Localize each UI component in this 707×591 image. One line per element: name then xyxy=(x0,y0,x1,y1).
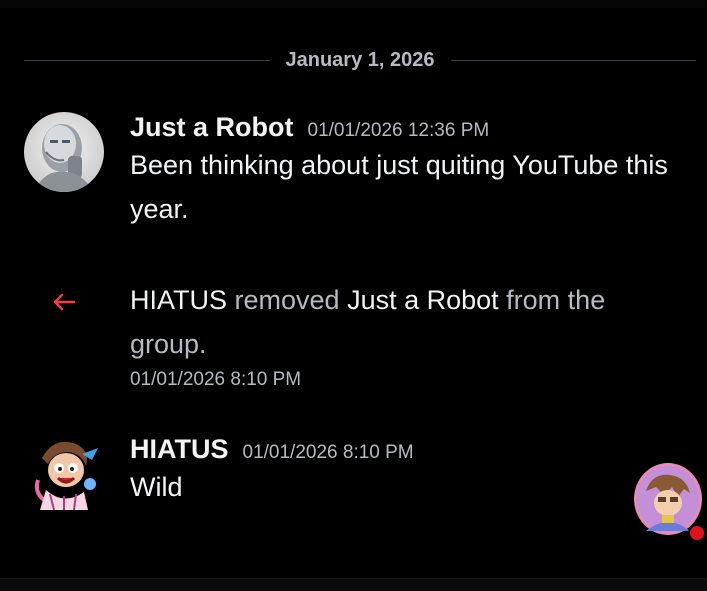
message-author[interactable]: HIATUS xyxy=(130,434,229,465)
date-divider-label: January 1, 2026 xyxy=(285,48,435,71)
message-timestamp: 01/01/2026 12:36 PM xyxy=(307,120,490,141)
system-message-text: HIATUS removed Just a Robot from the gro… xyxy=(130,278,687,366)
left-arrow-icon xyxy=(53,293,76,311)
top-edge xyxy=(0,0,707,8)
cartoon-avatar-icon[interactable] xyxy=(24,430,104,514)
divider-line-right xyxy=(450,59,696,61)
message-text: Been thinking about just quiting YouTube… xyxy=(130,150,668,224)
date-divider: January 1, 2026 xyxy=(24,46,696,74)
system-message-timestamp: 01/01/2026 8:10 PM xyxy=(130,369,302,390)
message-author[interactable]: Just a Robot xyxy=(130,112,294,143)
divider-line-left xyxy=(24,59,270,61)
robot-avatar-icon[interactable] xyxy=(24,112,104,192)
status-indicator xyxy=(688,524,706,542)
system-actor-name[interactable]: HIATUS xyxy=(130,285,227,315)
bottom-edge xyxy=(0,578,707,591)
message-timestamp: 01/01/2026 8:10 PM xyxy=(242,442,414,463)
system-target-name[interactable]: Just a Robot xyxy=(347,285,499,315)
message-text: Wild xyxy=(130,472,183,502)
system-action-before: removed xyxy=(227,285,348,315)
